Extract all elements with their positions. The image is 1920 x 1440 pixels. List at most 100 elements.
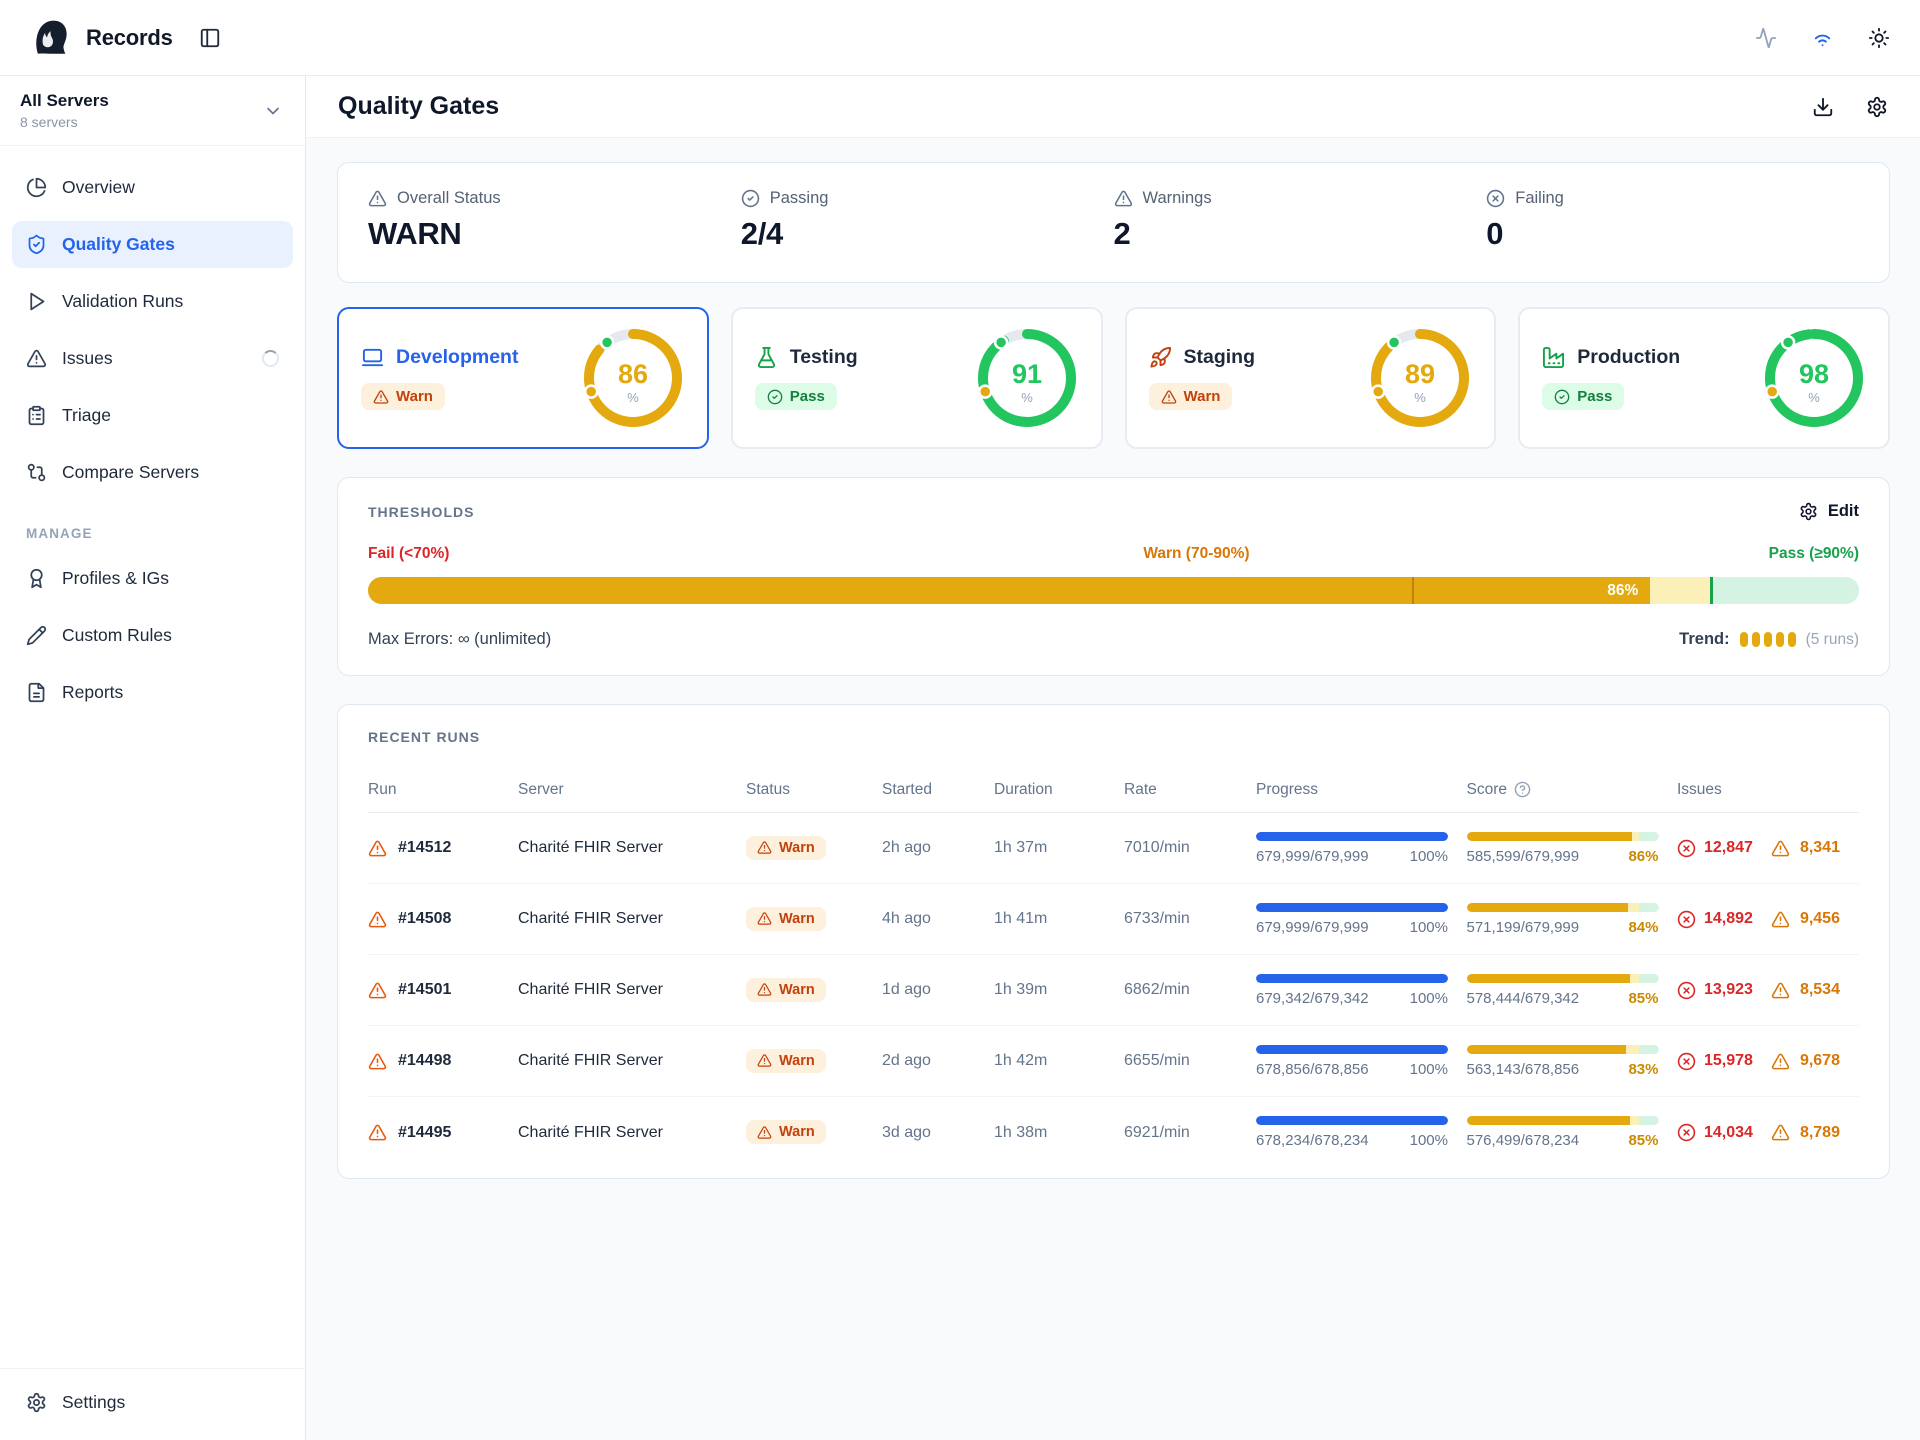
sidebar-item-triage[interactable]: Triage (12, 392, 293, 439)
alert-triangle-icon (1161, 389, 1177, 405)
sidebar-item-label: Profiles & IGs (62, 568, 169, 589)
alert-triangle-icon (368, 981, 387, 1000)
alert-triangle-icon (1771, 839, 1790, 858)
svg-text:86: 86 (618, 359, 648, 389)
sidebar-item-validation-runs[interactable]: Validation Runs (12, 278, 293, 325)
svg-text:%: % (627, 390, 639, 405)
table-body: #14512Charité FHIR ServerWarn2h ago1h 37… (368, 813, 1859, 1168)
run-id: #14501 (398, 981, 451, 999)
status-badge-label: Pass (1577, 388, 1612, 405)
started-cell: 2d ago (882, 1052, 994, 1070)
alert-triangle-icon (373, 389, 389, 405)
sidebar-item-label: Compare Servers (62, 462, 199, 483)
progress-bar (1256, 1116, 1448, 1125)
table-row[interactable]: #14501Charité FHIR ServerWarn1d ago1h 39… (368, 955, 1859, 1026)
activity-status-button[interactable] (1755, 27, 1777, 49)
warning-count: 8,534 (1800, 981, 1840, 999)
sidebar-item-quality-gates[interactable]: Quality Gates (12, 221, 293, 268)
sidebar-item-compare-servers[interactable]: Compare Servers (12, 449, 293, 496)
error-count: 14,034 (1704, 1124, 1753, 1142)
rocket-icon (1149, 346, 1172, 369)
env-name: Development (396, 346, 518, 369)
sidebar-item-overview[interactable]: Overview (12, 164, 293, 211)
alert-triangle-icon (757, 982, 772, 997)
shield-check-icon (26, 234, 47, 255)
status-badge: Warn (746, 1049, 826, 1073)
table-row[interactable]: #14495Charité FHIR ServerWarn3d ago1h 38… (368, 1097, 1859, 1168)
env-card-testing[interactable]: TestingPass91% (731, 307, 1103, 449)
sun-icon (1868, 27, 1890, 49)
sidebar-item-label: Settings (62, 1392, 125, 1413)
manage-section-label: MANAGE (0, 496, 305, 545)
column-header-run: Run (368, 781, 518, 799)
thresholds-card: THRESHOLDS Edit Fail (<70%) Warn (70-90%… (337, 477, 1890, 676)
issues-cell: 12,8478,341 (1677, 839, 1859, 858)
server-selector[interactable]: All Servers 8 servers (0, 76, 305, 146)
progress-cell: 679,999/679,999100% (1256, 832, 1448, 865)
page-actions (1812, 96, 1888, 118)
progress-pct: 100% (1410, 990, 1448, 1007)
sidebar-item-reports[interactable]: Reports (12, 669, 293, 716)
table-row[interactable]: #14498Charité FHIR ServerWarn2d ago1h 42… (368, 1026, 1859, 1097)
flask-icon (755, 346, 778, 369)
sidebar-item-issues[interactable]: Issues (12, 335, 293, 382)
edit-thresholds-button[interactable]: Edit (1799, 502, 1859, 521)
sidebar-item-settings[interactable]: Settings (12, 1379, 293, 1426)
sidebar-item-profiles-igs[interactable]: Profiles & IGs (12, 555, 293, 602)
score-cell: 563,143/678,85683% (1467, 1045, 1659, 1078)
connection-status-button[interactable] (1811, 26, 1834, 49)
progress-text: 678,856/678,856 (1256, 1061, 1369, 1078)
gear-icon (26, 1392, 47, 1413)
sidebar-toggle-button[interactable] (199, 27, 221, 49)
app-title: Records (86, 25, 173, 51)
server-name: Charité FHIR Server (518, 1052, 746, 1070)
env-card-development[interactable]: DevelopmentWarn86% (337, 307, 709, 449)
circle-check-icon (767, 389, 783, 405)
score-gauge: 91% (975, 326, 1079, 430)
table-row[interactable]: #14512Charité FHIR ServerWarn2h ago1h 37… (368, 813, 1859, 884)
column-header-progress: Progress (1256, 781, 1467, 799)
alert-triangle-icon (1114, 189, 1133, 208)
svg-text:91: 91 (1011, 359, 1041, 389)
topbar-actions (1755, 26, 1890, 49)
server-selector-subtitle: 8 servers (20, 114, 109, 130)
server-name: Charité FHIR Server (518, 839, 746, 857)
alert-triangle-icon (1771, 1123, 1790, 1142)
status-badge: Pass (755, 383, 837, 410)
warn-threshold-label: Warn (70-90%) (1143, 545, 1249, 563)
warning-count: 8,789 (1800, 1124, 1840, 1142)
run-id: #14495 (398, 1124, 451, 1142)
column-header-issues: Issues (1677, 781, 1859, 799)
summary-value: WARN (368, 216, 741, 252)
top-bar: Records (0, 0, 1920, 76)
score-gauge: 86% (581, 326, 685, 430)
progress-pct: 100% (1410, 1061, 1448, 1078)
theme-toggle-button[interactable] (1868, 27, 1890, 49)
recent-runs-card: RECENT RUNS RunServerStatusStartedDurati… (337, 704, 1890, 1179)
circle-x-icon (1677, 981, 1696, 1000)
page-title: Quality Gates (338, 92, 499, 121)
threshold-bar: 86% (368, 577, 1859, 604)
threshold-bar-value-label: 86% (368, 577, 1650, 604)
score-cell: 585,599/679,99986% (1467, 832, 1659, 865)
factory-icon (1542, 346, 1565, 369)
env-card-production[interactable]: ProductionPass98% (1518, 307, 1890, 449)
laptop-icon (361, 346, 384, 369)
column-header-started: Started (882, 781, 994, 799)
summary-failing: Failing0 (1486, 189, 1859, 252)
circle-x-icon (1677, 910, 1696, 929)
table-row[interactable]: #14508Charité FHIR ServerWarn4h ago1h 41… (368, 884, 1859, 955)
summary-value: 0 (1486, 216, 1859, 252)
settings-button[interactable] (1866, 96, 1888, 118)
play-icon (26, 291, 47, 312)
env-card-staging[interactable]: StagingWarn89% (1125, 307, 1497, 449)
sidebar-item-custom-rules[interactable]: Custom Rules (12, 612, 293, 659)
alert-triangle-icon (368, 1052, 387, 1071)
alert-triangle-icon (757, 911, 772, 926)
column-header-duration: Duration (994, 781, 1124, 799)
alert-triangle-icon (1771, 1052, 1790, 1071)
status-badge: Warn (1149, 383, 1233, 410)
score-cell: 578,444/679,34285% (1467, 974, 1659, 1007)
started-cell: 3d ago (882, 1124, 994, 1142)
export-button[interactable] (1812, 96, 1834, 118)
